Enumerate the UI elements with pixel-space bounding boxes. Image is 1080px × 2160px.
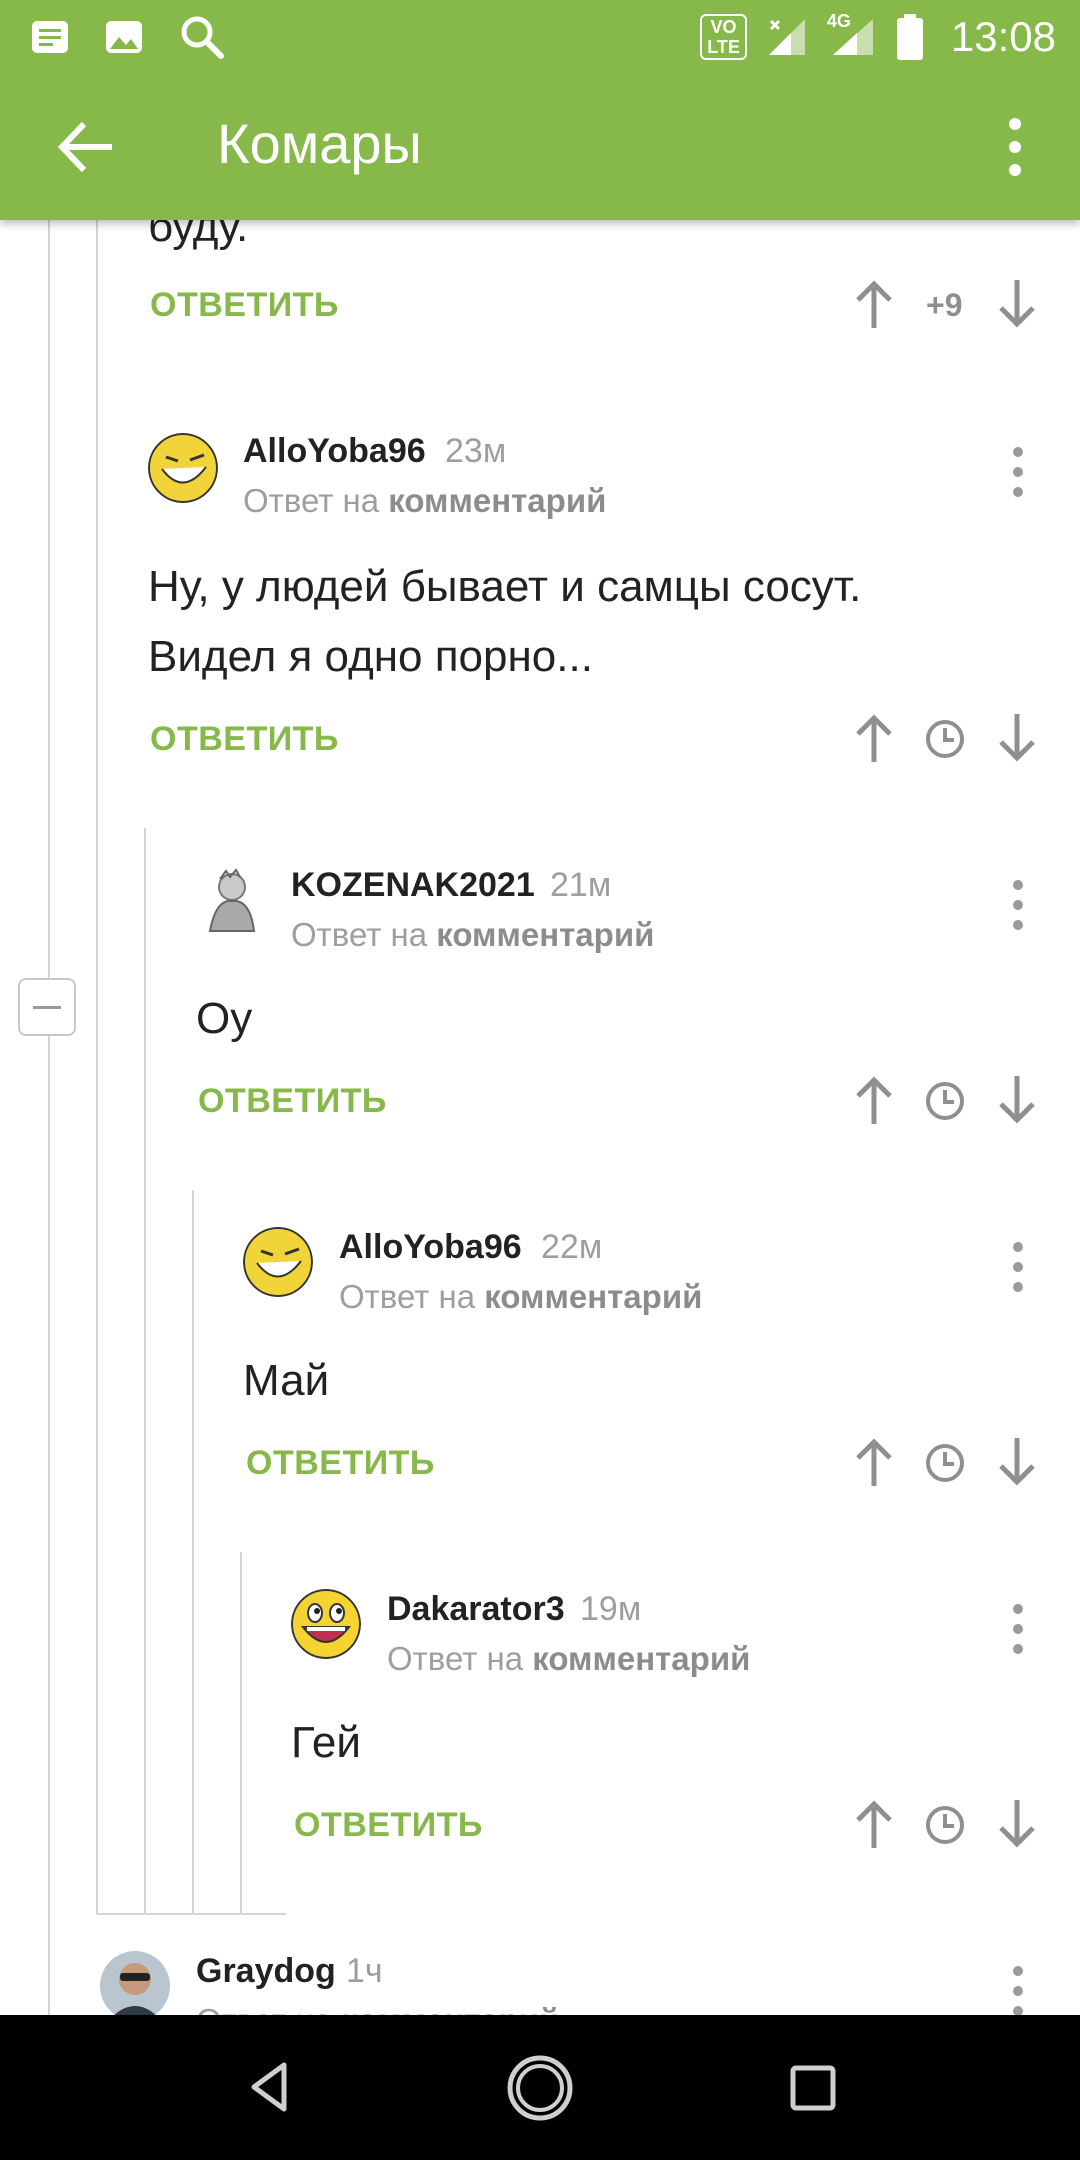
comment-time: 23м	[445, 432, 507, 470]
home-circle-icon[interactable]	[505, 2053, 575, 2123]
comments-thread[interactable]: буду. ОТВЕТИТЬ +9 AlloYoba96 23м Ответ н…	[0, 220, 1080, 2015]
search-icon[interactable]	[178, 13, 226, 61]
troll-face-avatar[interactable]	[148, 433, 218, 503]
downvote-icon[interactable]	[995, 1074, 1039, 1126]
arrow-left-icon[interactable]	[50, 112, 120, 182]
volte-top-label: VO	[710, 17, 737, 37]
comment-time: 1ч	[346, 1952, 383, 1990]
reply-button[interactable]: ОТВЕТИТЬ	[246, 1444, 435, 1483]
troll-face-avatar[interactable]	[243, 1227, 313, 1297]
clock-icon[interactable]	[924, 718, 966, 760]
collapse-thread-button[interactable]	[18, 978, 76, 1036]
comment-author[interactable]: KOZENAK2021	[291, 866, 535, 905]
upvote-icon[interactable]	[852, 278, 896, 330]
comment-menu-icon[interactable]	[1003, 442, 1033, 502]
recents-square-icon[interactable]	[785, 2060, 841, 2116]
thread-end-line	[96, 1913, 286, 1915]
toolbar: Комары	[0, 74, 1080, 220]
comment-author[interactable]: Dakarator3	[387, 1590, 565, 1629]
system-nav-bar	[0, 2015, 1080, 2160]
reply-to-line: Ответ на комментарий	[291, 916, 654, 954]
downvote-icon[interactable]	[995, 712, 1039, 764]
reply-to-link[interactable]: комментарий	[388, 482, 606, 519]
reply-to-link[interactable]: комментарий	[436, 916, 654, 953]
thread-line-level4	[240, 1552, 242, 1913]
reply-to-link[interactable]: комментарий	[532, 1640, 750, 1677]
downvote-icon[interactable]	[995, 1436, 1039, 1488]
battery-icon	[896, 14, 923, 60]
downvote-icon[interactable]	[995, 1798, 1039, 1850]
comment-menu-icon[interactable]	[1003, 1237, 1033, 1297]
reply-to-prefix: Ответ на	[339, 1278, 476, 1315]
clock-icon[interactable]	[924, 1442, 966, 1484]
back-triangle-icon[interactable]	[240, 2057, 300, 2117]
status-left-icons	[30, 12, 226, 62]
comment-text-line: Май	[243, 1356, 330, 1405]
comment-text-line: Ну, у людей бывает и самцы сосут.	[148, 562, 862, 611]
volte-bottom-label: LTE	[707, 37, 740, 57]
downvote-icon[interactable]	[995, 278, 1039, 330]
comment-text-line: Оу	[196, 994, 253, 1043]
reply-to-prefix: Ответ на	[291, 916, 428, 953]
comment-author[interactable]: AlloYoba96	[339, 1228, 522, 1267]
comment-time: 21м	[550, 866, 612, 904]
comment-menu-icon[interactable]	[1003, 1599, 1033, 1659]
upvote-icon[interactable]	[852, 712, 896, 764]
sketch-avatar[interactable]	[196, 865, 266, 935]
reply-to-line: Ответ на комментарий	[339, 1278, 702, 1316]
clock-icon[interactable]	[924, 1080, 966, 1122]
reply-to-link[interactable]: комментарий	[484, 1278, 702, 1315]
status-right-icons: VO LTE 4G 13:08	[700, 8, 1056, 66]
awesome-face-avatar[interactable]	[291, 1589, 361, 1659]
image-icon	[106, 21, 142, 53]
page-title: Комары	[217, 112, 422, 175]
reply-to-line: Ответ на комментарий	[196, 2002, 559, 2015]
comment-text: буду.	[148, 220, 249, 251]
thread-line-level3	[192, 1190, 194, 1913]
signal-4g-icon: 4G	[827, 11, 877, 59]
clock-icon[interactable]	[924, 1804, 966, 1846]
status-bar: VO LTE 4G 13:08	[0, 0, 1080, 74]
photo-avatar[interactable]	[100, 1951, 170, 2015]
reply-to-link[interactable]: комментарий	[341, 2002, 559, 2015]
reply-button[interactable]: ОТВЕТИТЬ	[150, 286, 339, 325]
comment-text-line: Гей	[291, 1718, 361, 1767]
comment-menu-icon[interactable]	[1003, 875, 1033, 935]
comment-score: +9	[926, 287, 963, 323]
reply-to-prefix: Ответ на	[243, 482, 380, 519]
app-bar: VO LTE 4G 13:08 Комары	[0, 0, 1080, 220]
reply-button[interactable]: ОТВЕТИТЬ	[294, 1806, 483, 1845]
status-time: 13:08	[950, 13, 1056, 60]
reply-to-line: Ответ на комментарий	[243, 482, 606, 520]
reply-to-prefix: Ответ на	[196, 2002, 332, 2015]
thread-line-level1	[96, 220, 98, 1913]
signal-icon	[768, 19, 805, 55]
thread-line-level0	[48, 220, 50, 2015]
volte-icon: VO LTE	[700, 14, 747, 60]
comment-time: 22м	[541, 1228, 603, 1266]
reply-to-line: Ответ на комментарий	[387, 1640, 750, 1678]
comment-text-line: Видел я одно порно...	[148, 632, 593, 681]
upvote-icon[interactable]	[852, 1798, 896, 1850]
comment-time: 19м	[580, 1590, 642, 1628]
network-type-label: 4G	[826, 11, 851, 31]
comment-menu-icon[interactable]	[1003, 1961, 1033, 2015]
comment-author[interactable]: AlloYoba96	[243, 432, 426, 471]
more-vert-icon[interactable]	[990, 112, 1040, 182]
reply-button[interactable]: ОТВЕТИТЬ	[150, 720, 339, 759]
upvote-icon[interactable]	[852, 1074, 896, 1126]
reply-button[interactable]: ОТВЕТИТЬ	[198, 1082, 387, 1121]
comment-author[interactable]: Graydog	[196, 1952, 336, 1991]
notes-icon	[32, 21, 68, 53]
upvote-icon[interactable]	[852, 1436, 896, 1488]
thread-line-level2	[144, 828, 146, 1913]
reply-to-prefix: Ответ на	[387, 1640, 524, 1677]
